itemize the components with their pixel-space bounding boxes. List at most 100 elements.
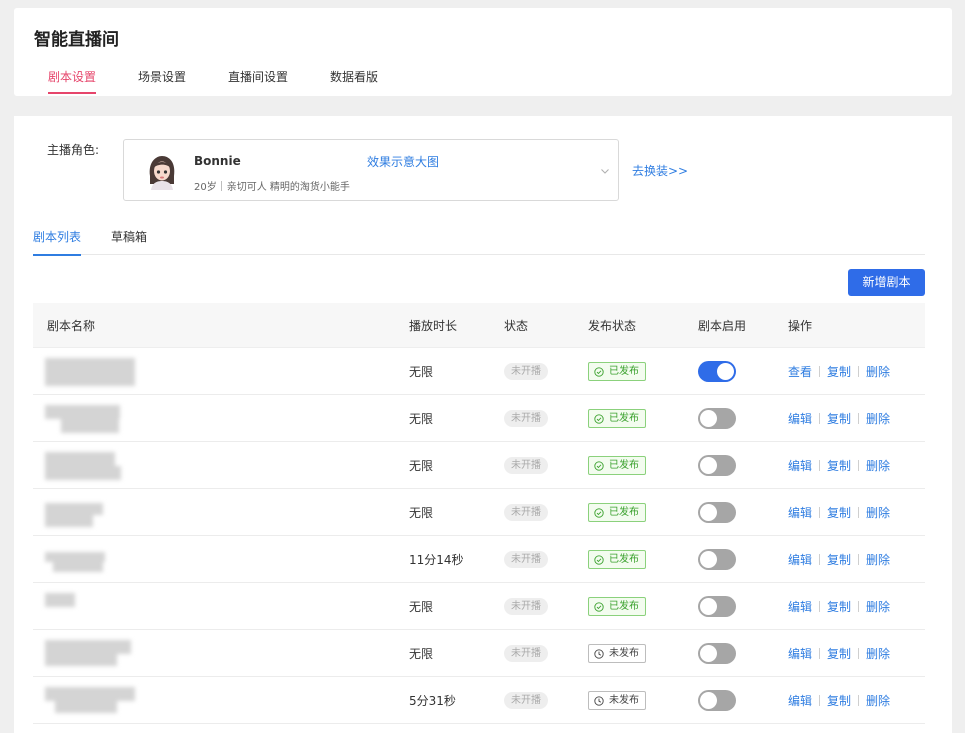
enable-toggle[interactable] (698, 502, 736, 523)
table-row: 无限 未开播 已发布 编辑 复制 删除 (33, 583, 925, 630)
action-2-link[interactable]: 删除 (866, 457, 890, 474)
action-0-link[interactable]: 编辑 (788, 692, 812, 709)
action-0-link[interactable]: 编辑 (788, 504, 812, 521)
table-body: 无限 未开播 已发布 查看 复制 删除 无限 未开播 已发布 编辑 复制 删除 无限 未开播 已发布 编辑 复制… (33, 348, 925, 724)
action-2-link[interactable]: 删除 (866, 645, 890, 662)
enable-toggle[interactable] (698, 549, 736, 570)
publish-status-badge: 未发布 (588, 644, 646, 663)
toggle-knob (700, 598, 717, 615)
publish-status-text: 已发布 (609, 460, 639, 471)
tab-script-list[interactable]: 剧本列表 (33, 228, 82, 256)
status-badge: 未开播 (504, 692, 548, 709)
anchor-avatar (149, 156, 175, 190)
page-title: 智能直播间 (34, 30, 119, 50)
anchor-role-select[interactable]: Bonnie 20岁｜亲切可人 精明的淘货小能手 效果示意大图 (123, 139, 619, 201)
enable-toggle[interactable] (698, 408, 736, 429)
toggle-knob (700, 645, 717, 662)
action-0-link[interactable]: 编辑 (788, 645, 812, 662)
action-1-link[interactable]: 复制 (827, 410, 851, 427)
publish-status-text: 已发布 (609, 601, 639, 612)
action-2-link[interactable]: 删除 (866, 363, 890, 380)
row-actions: 编辑 复制 删除 (788, 457, 890, 474)
enable-toggle[interactable] (698, 690, 736, 711)
action-1-link[interactable]: 复制 (827, 457, 851, 474)
publish-status-text: 已发布 (609, 413, 639, 424)
check-circle-icon (594, 554, 604, 565)
action-2-link[interactable]: 删除 (866, 410, 890, 427)
action-2-link[interactable]: 删除 (866, 692, 890, 709)
divider (858, 507, 860, 518)
toggle-knob (717, 363, 734, 380)
row-actions: 编辑 复制 删除 (788, 410, 890, 427)
anchor-role-label: 主播角色: (47, 143, 100, 157)
enable-toggle[interactable] (698, 596, 736, 617)
divider (819, 601, 821, 612)
col-header-duration: 播放时长 (409, 319, 458, 333)
action-1-link[interactable]: 复制 (827, 551, 851, 568)
action-1-link[interactable]: 复制 (827, 363, 851, 380)
publish-status-text: 已发布 (609, 554, 639, 565)
duration-cell: 无限 (409, 412, 434, 426)
script-table: 剧本名称 播放时长 状态 发布状态 剧本启用 操作 无限 未开播 已发布 查看 复制 删除… (33, 303, 925, 724)
duration-cell: 无限 (409, 365, 434, 379)
tab-room-settings[interactable]: 直播间设置 (214, 68, 302, 96)
toggle-knob (700, 692, 717, 709)
tab-scene-settings[interactable]: 场景设置 (124, 68, 200, 96)
status-badge: 未开播 (504, 504, 548, 521)
publish-status-badge: 未发布 (588, 691, 646, 710)
enable-toggle[interactable] (698, 455, 736, 476)
col-header-name: 剧本名称 (47, 319, 96, 333)
divider (858, 366, 860, 377)
chevron-down-icon[interactable] (600, 166, 610, 176)
table-row: 无限 未开播 已发布 编辑 复制 删除 (33, 395, 925, 442)
action-0-link[interactable]: 编辑 (788, 457, 812, 474)
tab-script-settings[interactable]: 剧本设置 (34, 68, 110, 96)
divider (819, 648, 821, 659)
divider (819, 460, 821, 471)
action-2-link[interactable]: 删除 (866, 551, 890, 568)
action-0-link[interactable]: 编辑 (788, 410, 812, 427)
toggle-knob (700, 504, 717, 521)
new-script-button[interactable]: 新增剧本 (848, 269, 925, 296)
toggle-knob (700, 551, 717, 568)
table-row: 无限 未开播 已发布 查看 复制 删除 (33, 348, 925, 395)
publish-status-text: 未发布 (609, 695, 639, 706)
publish-status-badge: 已发布 (588, 409, 646, 428)
action-0-link[interactable]: 编辑 (788, 551, 812, 568)
divider (858, 695, 860, 706)
check-circle-icon (594, 413, 604, 424)
main-card: 主播角色: Bonnie 20岁｜亲切可人 精明的淘货小能手 效果示意大图 去换… (14, 116, 952, 733)
top-tabs: 剧本设置 场景设置 直播间设置 数据看版 (34, 68, 420, 96)
duration-cell: 5分31秒 (409, 694, 456, 708)
status-badge: 未开播 (504, 410, 548, 427)
tab-data-board[interactable]: 数据看版 (316, 68, 392, 96)
enable-toggle[interactable] (698, 643, 736, 664)
sub-tabs: 剧本列表 草稿箱 (33, 228, 925, 256)
change-outfit-link[interactable]: 去换装>> (632, 162, 688, 179)
action-0-link[interactable]: 编辑 (788, 598, 812, 615)
divider (858, 413, 860, 424)
divider (858, 648, 860, 659)
action-1-link[interactable]: 复制 (827, 504, 851, 521)
tab-drafts[interactable]: 草稿箱 (111, 228, 147, 255)
status-badge: 未开播 (504, 551, 548, 568)
enable-toggle[interactable] (698, 361, 736, 382)
duration-cell: 无限 (409, 600, 434, 614)
effect-preview-link[interactable]: 效果示意大图 (367, 153, 439, 170)
row-actions: 查看 复制 删除 (788, 363, 890, 380)
action-1-link[interactable]: 复制 (827, 692, 851, 709)
action-2-link[interactable]: 删除 (866, 504, 890, 521)
status-badge: 未开播 (504, 645, 548, 662)
action-0-link[interactable]: 查看 (788, 363, 812, 380)
action-2-link[interactable]: 删除 (866, 598, 890, 615)
row-actions: 编辑 复制 删除 (788, 551, 890, 568)
col-header-status: 状态 (504, 319, 529, 333)
anchor-name: Bonnie (194, 154, 241, 168)
action-1-link[interactable]: 复制 (827, 645, 851, 662)
divider (819, 695, 821, 706)
action-1-link[interactable]: 复制 (827, 598, 851, 615)
duration-cell: 无限 (409, 506, 434, 520)
table-row: 5分31秒 未开播 未发布 编辑 复制 删除 (33, 677, 925, 724)
divider (819, 507, 821, 518)
status-badge: 未开播 (504, 363, 548, 380)
